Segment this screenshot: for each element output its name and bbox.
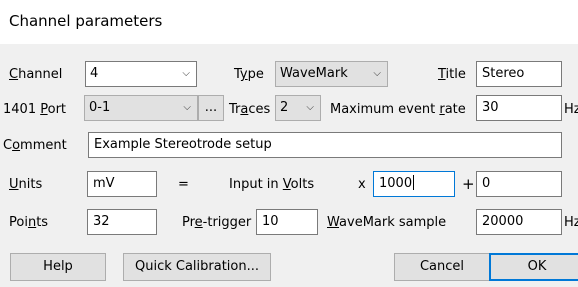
pretrigger-value: 10 (262, 214, 279, 229)
points-label: Points (9, 215, 49, 230)
points-value: 32 (93, 214, 110, 229)
comment-label: Comment (3, 138, 67, 153)
chevron-down-icon: ⌵ (373, 68, 381, 79)
ok-button[interactable]: OK (489, 253, 578, 281)
comment-input[interactable]: Example Stereotrode setup (88, 132, 562, 158)
type-label: Type (234, 67, 264, 82)
window-title: Channel parameters (9, 12, 163, 30)
comment-value: Example Stereotrode setup (94, 137, 272, 152)
points-input[interactable]: 32 (87, 209, 157, 235)
quick-calibration-button[interactable]: Quick Calibration... (123, 253, 271, 281)
wavemark-sample-unit: Hz (564, 215, 578, 230)
chevron-down-icon: ⌵ (183, 102, 191, 113)
help-button[interactable]: Help (10, 253, 106, 281)
max-rate-unit: Hz (564, 102, 578, 117)
wavemark-sample-label: WaveMark sample (327, 215, 447, 230)
traces-select-value: 2 (280, 100, 289, 115)
chevron-down-icon: ⌵ (306, 102, 314, 113)
channel-select-value: 4 (90, 66, 99, 81)
units-input[interactable]: mV (87, 171, 157, 197)
wavemark-sample-value: 20000 (482, 214, 524, 229)
port-label: 1401 Port (3, 102, 67, 117)
times-sign: x (358, 177, 366, 192)
pretrigger-input[interactable]: 10 (256, 209, 318, 235)
offset-value: 0 (482, 176, 491, 191)
port-select[interactable]: 0-1 ⌵ (84, 95, 198, 121)
input-volts-label: Input in Volts (229, 177, 315, 192)
title-bar: Channel parameters (0, 0, 578, 44)
max-rate-input[interactable]: 30 (476, 95, 562, 121)
offset-input[interactable]: 0 (476, 171, 562, 197)
max-rate-value: 30 (482, 100, 499, 115)
traces-select[interactable]: 2 ⌵ (275, 95, 321, 121)
dialog-body: Channel 4 ⌵ Type WaveMark ⌵ Title Stereo… (0, 44, 578, 287)
title-input-value: Stereo (482, 66, 525, 81)
channel-label: Channel (9, 67, 63, 82)
channel-select[interactable]: 4 ⌵ (85, 61, 197, 87)
port-browse-button[interactable]: ... (198, 95, 224, 121)
plus-sign: + (462, 175, 475, 193)
traces-label: Traces (229, 102, 271, 117)
type-select-value: WaveMark (280, 66, 348, 81)
equals-sign: = (178, 177, 189, 192)
title-input[interactable]: Stereo (476, 61, 562, 87)
units-value: mV (93, 176, 115, 191)
type-select[interactable]: WaveMark ⌵ (275, 61, 388, 87)
pretrigger-label: Pre-trigger (182, 215, 252, 230)
port-select-value: 0-1 (89, 100, 111, 115)
chevron-down-icon: ⌵ (182, 68, 190, 79)
text-caret (413, 175, 415, 190)
title-label: Title (438, 67, 466, 82)
units-label: Units (9, 177, 43, 192)
cancel-button[interactable]: Cancel (394, 253, 490, 281)
wavemark-sample-input[interactable]: 20000 (476, 209, 562, 235)
max-rate-label: Maximum event rate (330, 102, 466, 117)
scale-input[interactable]: 1000 (373, 171, 455, 197)
scale-value: 1000 (379, 176, 413, 191)
